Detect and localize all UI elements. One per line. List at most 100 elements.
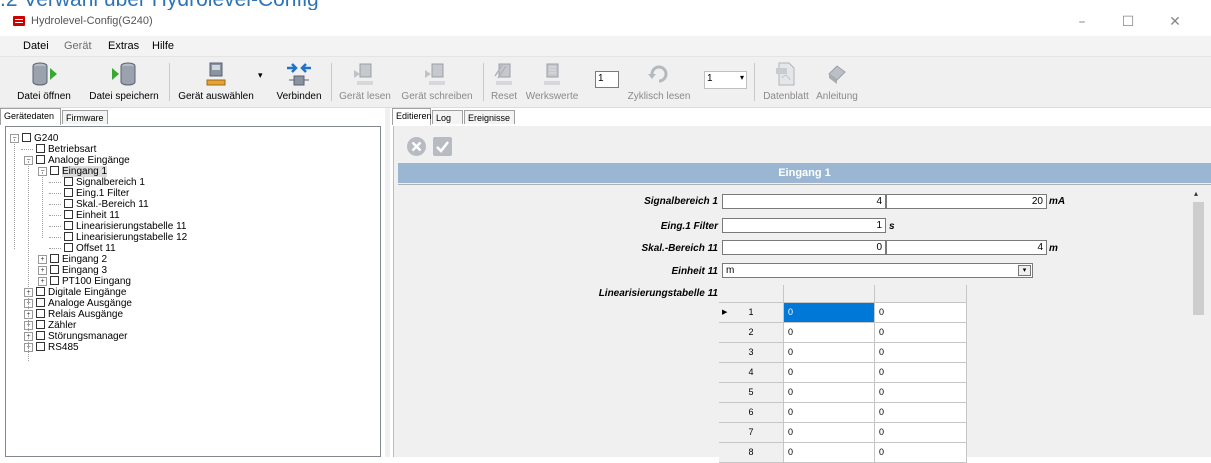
table-cell[interactable]: 0 bbox=[875, 403, 967, 423]
tree-item-checkbox[interactable] bbox=[36, 298, 45, 307]
tree-item[interactable]: + Analoge Ausgänge bbox=[24, 298, 132, 309]
tree-item[interactable]: + Relais Ausgänge bbox=[24, 309, 123, 320]
connect-button[interactable]: Verbinden bbox=[271, 58, 327, 105]
minimize-button[interactable]: – bbox=[1064, 11, 1100, 33]
tree-item[interactable]: − Eingang 1 bbox=[38, 166, 108, 177]
tree-item-checkbox[interactable] bbox=[50, 254, 59, 263]
tree-item[interactable]: + PT100 Eingang bbox=[38, 276, 131, 287]
tab-editieren[interactable]: Editieren bbox=[392, 108, 432, 125]
tree-item[interactable]: + Zähler bbox=[24, 320, 76, 331]
skal-min-input[interactable]: 0 bbox=[722, 240, 886, 255]
tree-item[interactable]: + Eingang 3 bbox=[38, 265, 107, 276]
tree-item-checkbox[interactable] bbox=[50, 166, 59, 175]
cancel-icon[interactable] bbox=[406, 136, 427, 157]
tab-ereignisse[interactable]: Ereignisse bbox=[464, 110, 515, 124]
device-read-button[interactable]: Gerät lesen bbox=[335, 58, 395, 105]
tree-item[interactable]: + Störungsmanager bbox=[24, 331, 128, 342]
scroll-up-arrow-icon[interactable]: ▴ bbox=[1194, 189, 1198, 198]
cyclic-read-button[interactable]: Zyklisch lesen bbox=[622, 58, 696, 105]
tree-item-checkbox[interactable] bbox=[36, 331, 45, 340]
datasheet-button[interactable]: Datenblatt bbox=[758, 58, 814, 105]
tree-item[interactable]: Linearisierungstabelle 12 bbox=[49, 232, 187, 243]
tree-item-checkbox[interactable] bbox=[64, 221, 73, 230]
tree-item-checkbox[interactable] bbox=[64, 199, 73, 208]
tree-item-checkbox[interactable] bbox=[64, 188, 73, 197]
expand-icon[interactable]: + bbox=[38, 255, 47, 264]
table-cell[interactable]: 0 bbox=[875, 343, 967, 363]
tree-item-checkbox[interactable] bbox=[50, 265, 59, 274]
tree-item[interactable]: − Analoge Eingänge bbox=[24, 155, 130, 166]
tree-item[interactable]: − G240 bbox=[10, 133, 58, 144]
tree-item[interactable]: Signalbereich 1 bbox=[49, 177, 145, 188]
select-device-dropdown-arrow[interactable]: ▾ bbox=[258, 70, 263, 81]
table-row-header[interactable]: 8 bbox=[719, 443, 784, 463]
table-row-header[interactable]: 1 ▶ bbox=[719, 303, 784, 323]
menu-hilfe[interactable]: Hilfe bbox=[152, 40, 174, 52]
table-row-header[interactable]: 3 bbox=[719, 343, 784, 363]
skal-max-input[interactable]: 4 bbox=[886, 240, 1047, 255]
maximize-button[interactable]: ☐ bbox=[1110, 11, 1146, 33]
table-cell[interactable]: 0 bbox=[784, 303, 875, 323]
tree-item[interactable]: Skal.-Bereich 11 bbox=[49, 199, 149, 210]
tree-item-checkbox[interactable] bbox=[50, 276, 59, 285]
table-cell[interactable]: 0 bbox=[875, 383, 967, 403]
table-cell[interactable]: 0 bbox=[875, 323, 967, 343]
table-row-header[interactable]: 5 bbox=[719, 383, 784, 403]
tab-log[interactable]: Log bbox=[432, 110, 463, 124]
table-row-header[interactable]: 2 bbox=[719, 323, 784, 343]
panel-splitter[interactable] bbox=[385, 108, 390, 457]
chevron-down-icon[interactable]: ▾ bbox=[1018, 265, 1031, 276]
tree-item[interactable]: + Eingang 2 bbox=[38, 254, 107, 265]
editor-scrollbar[interactable]: ▴ bbox=[1192, 186, 1205, 457]
tree-item[interactable]: Einheit 11 bbox=[49, 210, 120, 221]
menu-extras[interactable]: Extras bbox=[108, 40, 139, 52]
table-cell[interactable]: 0 bbox=[784, 383, 875, 403]
tree-item-checkbox[interactable] bbox=[64, 210, 73, 219]
table-cell[interactable]: 0 bbox=[784, 363, 875, 383]
tree-item[interactable]: + Digitale Eingänge bbox=[24, 287, 126, 298]
expand-icon[interactable]: + bbox=[38, 266, 47, 275]
menu-datei[interactable]: Datei bbox=[23, 40, 49, 52]
table-row-header[interactable]: 7 bbox=[719, 423, 784, 443]
tree-item-checkbox[interactable] bbox=[36, 309, 45, 318]
tree-item-checkbox[interactable] bbox=[22, 133, 31, 142]
open-file-button[interactable]: Datei öffnen bbox=[4, 58, 84, 105]
table-row-header[interactable]: 4 bbox=[719, 363, 784, 383]
filter-input[interactable]: 1 bbox=[722, 218, 886, 233]
cycle-count-combo[interactable]: 1 ▾ bbox=[704, 71, 747, 89]
table-cell[interactable]: 0 bbox=[784, 443, 875, 463]
tree-item[interactable]: + RS485 bbox=[24, 342, 79, 353]
tree-item[interactable]: Offset 11 bbox=[49, 243, 116, 254]
menu-geraet[interactable]: Gerät bbox=[64, 40, 92, 52]
apply-check-icon[interactable] bbox=[432, 136, 453, 157]
close-button[interactable]: ✕ bbox=[1157, 11, 1193, 33]
signalbereich-min-input[interactable]: 4 bbox=[722, 194, 886, 209]
tree-item-checkbox[interactable] bbox=[36, 342, 45, 351]
tree-item-checkbox[interactable] bbox=[64, 232, 73, 241]
tree-item-checkbox[interactable] bbox=[64, 243, 73, 252]
manual-button[interactable]: Anleitung bbox=[812, 58, 862, 105]
table-cell[interactable]: 0 bbox=[875, 423, 967, 443]
table-cell[interactable]: 0 bbox=[784, 323, 875, 343]
cycle-interval-field[interactable]: 1 bbox=[595, 71, 619, 88]
tab-firmware[interactable]: Firmware bbox=[62, 110, 108, 124]
select-device-button[interactable]: Gerät auswählen bbox=[172, 58, 260, 105]
table-cell[interactable]: 0 bbox=[875, 443, 967, 463]
scroll-thumb[interactable] bbox=[1193, 202, 1204, 315]
tree-item[interactable]: Linearisierungstabelle 11 bbox=[49, 221, 186, 232]
reset-button[interactable]: Reset bbox=[486, 58, 522, 105]
tree-item-checkbox[interactable] bbox=[36, 144, 45, 153]
tree-item-checkbox[interactable] bbox=[64, 177, 73, 186]
table-cell[interactable]: 0 bbox=[784, 403, 875, 423]
tree-item[interactable]: Betriebsart bbox=[21, 144, 96, 155]
table-cell[interactable]: 0 bbox=[875, 363, 967, 383]
tree-item-checkbox[interactable] bbox=[36, 155, 45, 164]
table-row-header[interactable]: 6 bbox=[719, 403, 784, 423]
tree-item-checkbox[interactable] bbox=[36, 287, 45, 296]
table-cell[interactable]: 0 bbox=[784, 343, 875, 363]
table-cell[interactable]: 0 bbox=[784, 423, 875, 443]
tree-item[interactable]: Eing.1 Filter bbox=[49, 188, 129, 199]
factory-values-button[interactable]: Werkswerte bbox=[522, 58, 582, 105]
save-file-button[interactable]: Datei speichern bbox=[84, 58, 164, 105]
tab-geraetedaten[interactable]: Gerätedaten bbox=[0, 108, 61, 125]
